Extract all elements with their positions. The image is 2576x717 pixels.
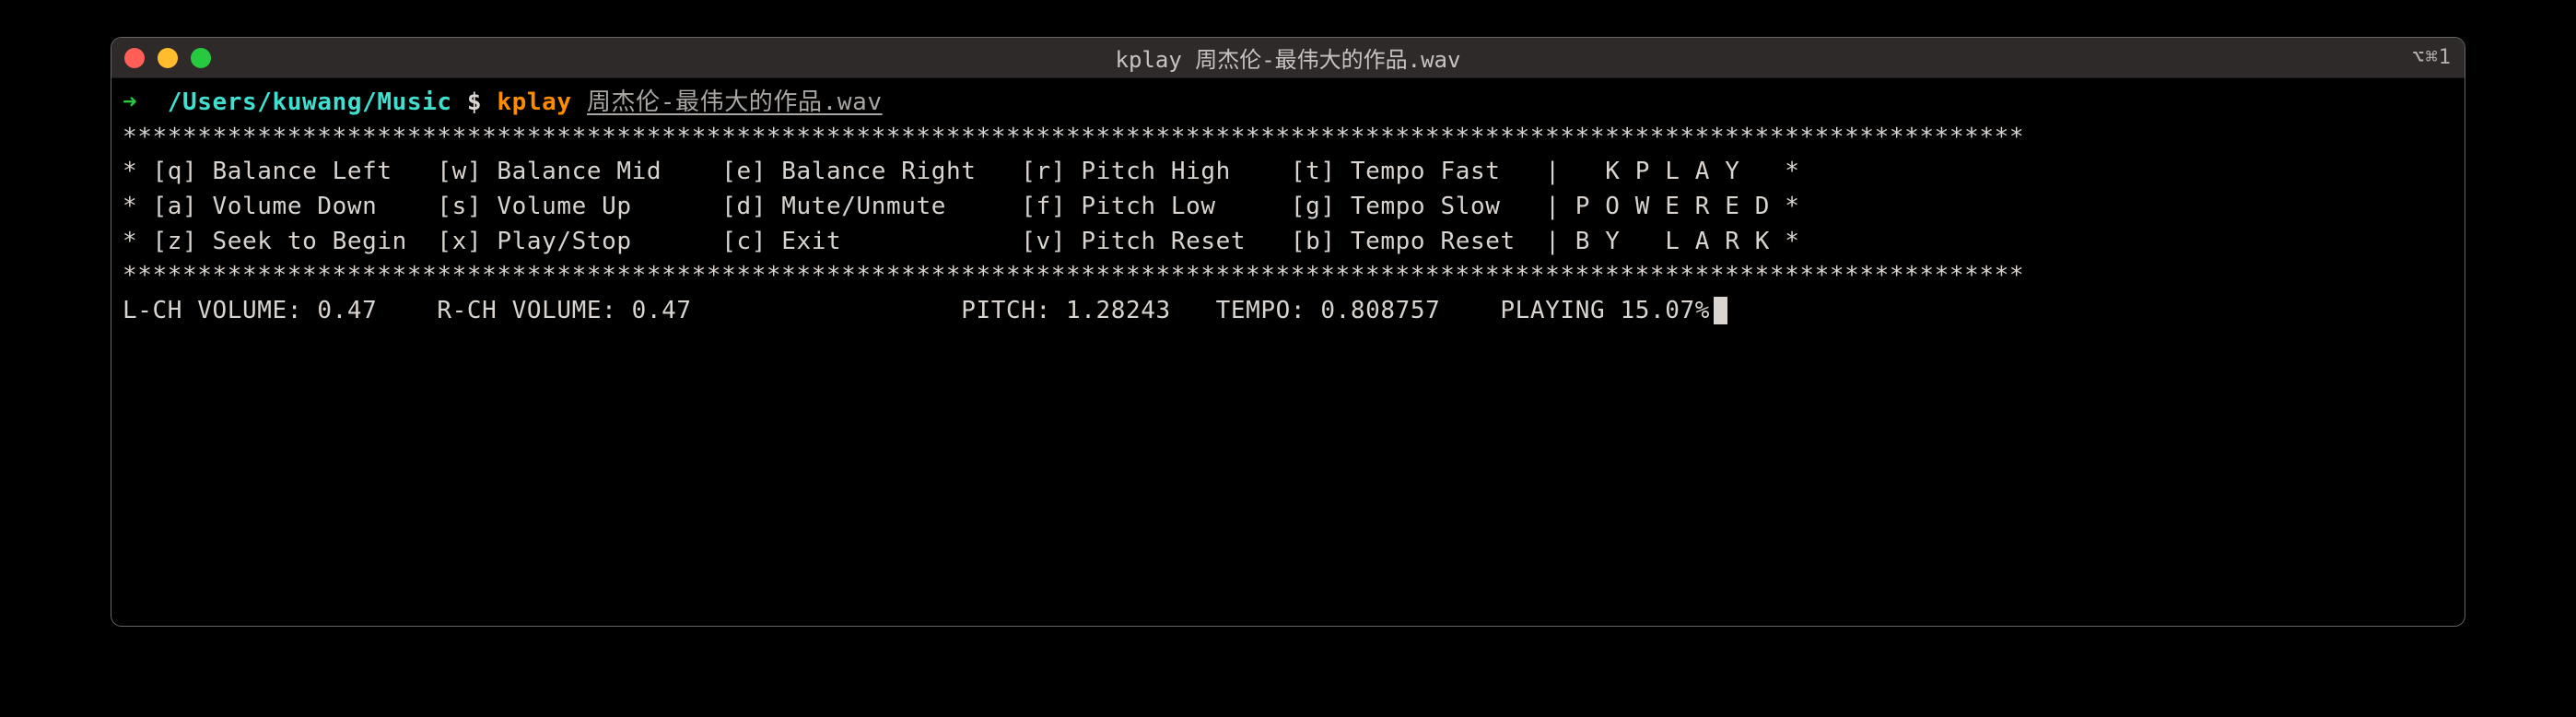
label-pitch-high: Pitch High [1081, 158, 1231, 185]
titlebar: kplay 周杰伦-最伟大的作品.wav ⌥⌘1 [111, 38, 2465, 78]
label-pitch-reset: Pitch Reset [1081, 228, 1246, 255]
key-b: [b] [1291, 228, 1336, 255]
key-w: [w] [437, 158, 482, 185]
terminal-window: kplay 周杰伦-最伟大的作品.wav ⌥⌘1 ➜ /Users/kuwang… [111, 37, 2465, 627]
command-argument: 周杰伦-最伟大的作品.wav [587, 88, 883, 116]
lch-label: L-CH VOLUME: [123, 297, 302, 324]
key-e: [e] [721, 158, 767, 185]
key-v: [v] [1021, 228, 1066, 255]
key-c: [c] [721, 228, 767, 255]
label-exit: Exit [781, 228, 841, 255]
key-a: [a] [153, 193, 198, 220]
playing-label: PLAYING [1500, 297, 1605, 324]
terminal-body[interactable]: ➜ /Users/kuwang/Music $ kplay 周杰伦-最伟大的作品… [111, 78, 2465, 626]
minimize-icon[interactable] [158, 48, 178, 68]
brand-line-3: | B Y L A R K * [1545, 228, 1799, 255]
key-s: [s] [437, 193, 482, 220]
help-row-2: * [a] Volume Down [s] Volume Up [d] Mute… [123, 193, 1800, 220]
tempo-label: TEMPO: [1216, 297, 1306, 324]
close-icon[interactable] [124, 48, 145, 68]
pitch-value: 1.28243 [1066, 297, 1171, 324]
window-title: kplay 周杰伦-最伟大的作品.wav [111, 41, 2465, 74]
help-row-1: * [q] Balance Left [w] Balance Mid [e] B… [123, 158, 1800, 185]
rch-label: R-CH VOLUME: [437, 297, 616, 324]
status-row: L-CH VOLUME: 0.47 R-CH VOLUME: 0.47 PITC… [123, 297, 1710, 324]
label-tempo-slow: Tempo Slow [1351, 193, 1501, 220]
tempo-value: 0.808757 [1320, 297, 1440, 324]
command-name: kplay [497, 88, 571, 116]
prompt-dollar: $ [467, 88, 482, 116]
label-play-stop: Play/Stop [497, 228, 631, 255]
label-balance-left: Balance Left [213, 158, 392, 185]
label-tempo-reset: Tempo Reset [1351, 228, 1516, 255]
key-z: [z] [153, 228, 198, 255]
label-volume-down: Volume Down [213, 193, 378, 220]
key-d: [d] [721, 193, 767, 220]
label-mute-unmute: Mute/Unmute [781, 193, 946, 220]
traffic-lights [124, 48, 211, 68]
brand-line-1: | K P L A Y * [1545, 158, 1799, 185]
brand-line-2: | P O W E R E D * [1545, 193, 1799, 220]
key-f: [f] [1021, 193, 1066, 220]
lch-value: 0.47 [317, 297, 377, 324]
divider-bottom: ****************************************… [123, 262, 2024, 289]
pitch-label: PITCH: [961, 297, 1051, 324]
label-pitch-low: Pitch Low [1081, 193, 1215, 220]
key-r: [r] [1021, 158, 1066, 185]
prompt-arrow-icon: ➜ [123, 88, 137, 116]
label-seek-begin: Seek to Begin [213, 228, 407, 255]
fullscreen-icon[interactable] [191, 48, 211, 68]
label-balance-mid: Balance Mid [497, 158, 662, 185]
divider-top: ****************************************… [123, 123, 2024, 151]
label-tempo-fast: Tempo Fast [1351, 158, 1501, 185]
key-q: [q] [153, 158, 198, 185]
key-t: [t] [1291, 158, 1336, 185]
cursor-icon [1714, 297, 1727, 324]
label-balance-right: Balance Right [781, 158, 976, 185]
playing-value: 15.07% [1620, 297, 1710, 324]
prompt-path: /Users/kuwang/Music [168, 88, 452, 116]
help-row-3: * [z] Seek to Begin [x] Play/Stop [c] Ex… [123, 228, 1800, 255]
label-volume-up: Volume Up [497, 193, 631, 220]
key-x: [x] [437, 228, 482, 255]
window-shortcut: ⌥⌘1 [2412, 46, 2452, 69]
rch-value: 0.47 [632, 297, 692, 324]
key-g: [g] [1291, 193, 1336, 220]
